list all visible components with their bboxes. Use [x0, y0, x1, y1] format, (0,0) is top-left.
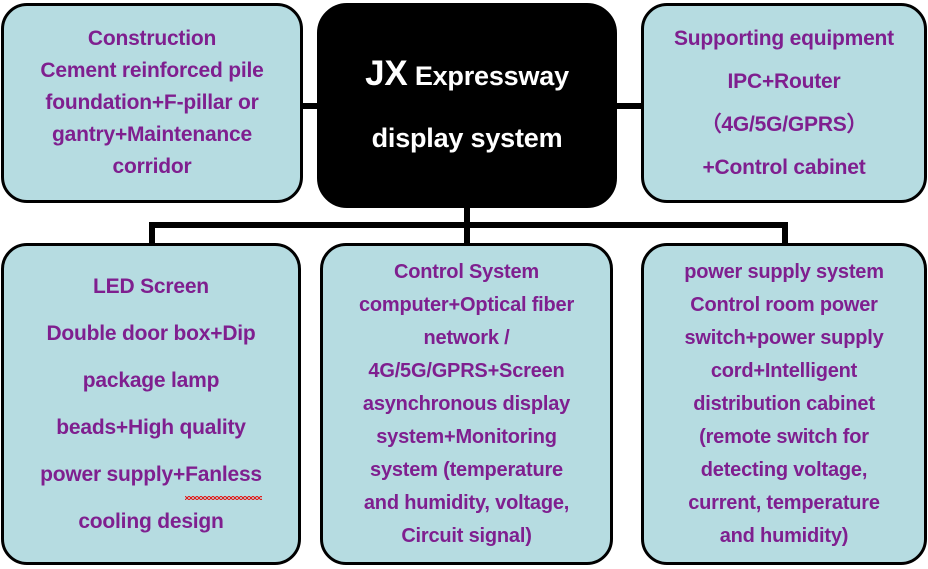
node-supporting-line-4: +Control cabinet	[702, 156, 866, 179]
node-root-line-1: JX Expressway	[326, 54, 608, 96]
node-power-line-3: switch+power supply	[684, 326, 884, 349]
node-supporting-line-3: （4G/5G/GPRS）	[700, 113, 868, 136]
node-control-line-1: Control System	[393, 260, 539, 283]
node-control-line-7: system (temperature	[370, 458, 563, 481]
node-control-line-3: network /	[423, 326, 510, 349]
node-control-line-4: 4G/5G/GPRS+Screen	[368, 359, 565, 382]
node-construction-line-2: Cement reinforced pile	[40, 59, 264, 82]
connector-drop-to-power	[782, 222, 788, 245]
node-root-line-2: display system	[371, 122, 563, 153]
node-construction-line-5: corridor	[112, 155, 192, 178]
node-supporting-equipment[interactable]: Supporting equipment IPC+Router （4G/5G/G…	[641, 3, 927, 203]
node-supporting-line-2: IPC+Router	[727, 70, 841, 93]
node-power-line-2: Control room power	[690, 293, 878, 316]
connector-drop-to-control	[464, 222, 470, 245]
node-led-line-5-prefix: power supply+	[40, 463, 186, 486]
node-control-line-5: asynchronous display	[362, 392, 571, 415]
spellcheck-squiggle-fanless: Fanless	[185, 451, 262, 500]
node-power-line-8: current, temperature	[688, 491, 880, 514]
node-led-line-4: beads+High quality	[56, 416, 246, 439]
node-power-line-7: detecting voltage,	[700, 458, 868, 481]
node-construction-line-3: foundation+F-pillar or	[45, 91, 259, 114]
node-power-line-9: and humidity)	[719, 524, 849, 547]
node-control-system[interactable]: Control System computer+Optical fiber ne…	[320, 243, 613, 565]
root-title-prefix: JX	[365, 53, 408, 93]
node-construction-line-4: gantry+Maintenance	[51, 123, 253, 146]
node-power-supply-system[interactable]: power supply system Control room power s…	[641, 243, 927, 565]
node-control-line-9: Circuit signal)	[401, 524, 532, 547]
root-title-rest: Expressway	[414, 60, 569, 91]
diagram-canvas: Construction Cement reinforced pile foun…	[0, 0, 928, 569]
node-control-line-2: computer+Optical fiber	[358, 293, 575, 316]
connector-root-to-supporting	[615, 103, 643, 109]
node-led-screen[interactable]: LED Screen Double door box+Dip package l…	[1, 243, 301, 565]
node-led-line-1: LED Screen	[93, 275, 209, 298]
node-led-line-6: cooling design	[78, 510, 224, 533]
node-power-line-5: distribution cabinet	[693, 392, 875, 415]
node-power-line-4: cord+Intelligent	[710, 359, 858, 382]
node-supporting-line-1: Supporting equipment	[674, 27, 894, 50]
node-root-title[interactable]: JX Expressway display system	[317, 3, 617, 208]
node-led-line-2: Double door box+Dip	[46, 322, 256, 345]
node-construction-line-1: Construction	[87, 27, 217, 50]
node-led-line-3: package lamp	[82, 369, 220, 392]
node-control-line-8: and humidity, voltage,	[363, 491, 570, 514]
node-power-line-6: (remote switch for	[699, 425, 869, 448]
node-construction[interactable]: Construction Cement reinforced pile foun…	[1, 3, 303, 203]
connector-drop-to-led	[149, 222, 155, 245]
node-power-line-1: power supply system	[684, 260, 884, 283]
node-control-line-6: system+Monitoring	[376, 425, 557, 448]
connector-root-to-construction	[301, 103, 319, 109]
node-led-line-5: power supply+Fanless	[10, 451, 292, 500]
